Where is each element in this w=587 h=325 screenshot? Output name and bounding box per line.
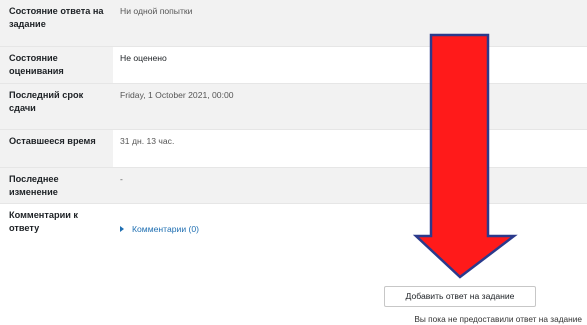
submission-comments-value: Комментарии (0) bbox=[113, 204, 587, 253]
time-remaining-label: Оставшееся время bbox=[0, 130, 113, 167]
grading-status-value: Не оценено bbox=[120, 53, 167, 63]
table-row-submission-comments: Комментарии к ответу Комментарии (0) bbox=[0, 204, 587, 253]
last-modified-value: - bbox=[120, 174, 123, 184]
table-row-time-remaining: Оставшееся время 31 дн. 13 час. bbox=[0, 130, 587, 168]
comments-link[interactable]: Комментарии (0) bbox=[132, 223, 199, 235]
due-date-value: Friday, 1 October 2021, 00:00 bbox=[120, 90, 234, 100]
due-date-label: Последний срок сдачи bbox=[9, 90, 84, 113]
table-row-last-modified: Последнее изменение - bbox=[0, 168, 587, 204]
assignment-status-page: Состояние ответа на задание Ни одной поп… bbox=[0, 0, 587, 325]
submission-status-label: Состояние ответа на задание bbox=[9, 6, 104, 29]
caret-right-icon[interactable] bbox=[120, 226, 124, 232]
table-row-due-date: Последний срок сдачи Friday, 1 October 2… bbox=[0, 84, 587, 130]
table-row-submission-status: Состояние ответа на задание Ни одной поп… bbox=[0, 0, 587, 47]
submission-status-table: Состояние ответа на задание Ни одной поп… bbox=[0, 0, 587, 253]
grading-status-label: Состояние оценивания bbox=[0, 47, 113, 83]
time-remaining-value: 31 дн. 13 час. bbox=[120, 136, 175, 146]
submission-status-value: Ни одной попытки bbox=[120, 6, 193, 16]
submission-comments-label: Комментарии к ответу bbox=[9, 210, 79, 233]
table-row-grading-status: Состояние оценивания Не оценено bbox=[0, 47, 587, 84]
no-submission-note: Вы пока не предоставили ответ на задание bbox=[414, 314, 582, 324]
last-modified-label: Последнее изменение bbox=[9, 174, 59, 197]
add-submission-button[interactable]: Добавить ответ на задание bbox=[384, 286, 536, 307]
